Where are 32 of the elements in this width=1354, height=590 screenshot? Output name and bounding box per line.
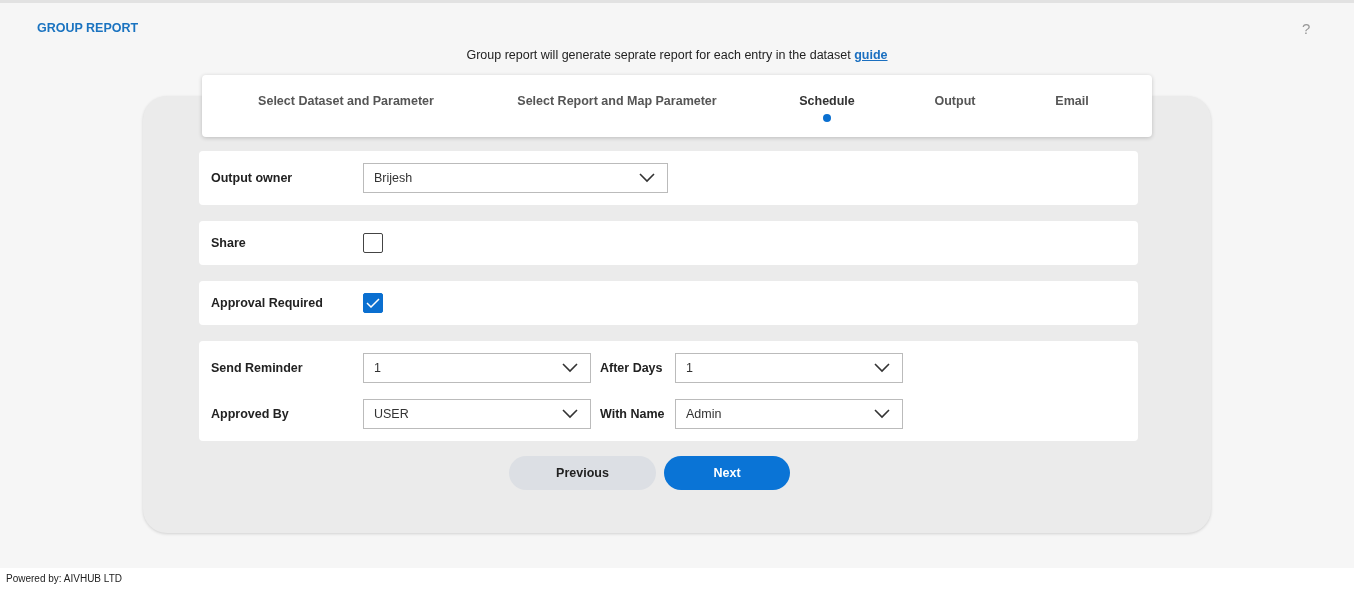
field-label: After Days: [599, 361, 664, 375]
field-label: Send Reminder: [211, 361, 304, 375]
checkbox[interactable]: [363, 233, 383, 253]
dropdown[interactable]: 1: [675, 353, 903, 383]
step-tab[interactable]: Output: [934, 94, 976, 108]
intro-text: Group report will generate seprate report for each entry in the dataset guide: [466, 48, 888, 62]
step-tab[interactable]: Select Report and Map Parameter: [517, 94, 717, 108]
checkbox[interactable]: [363, 293, 383, 313]
next-button[interactable]: Next: [664, 456, 790, 490]
previous-button[interactable]: Previous: [509, 456, 656, 490]
page-title: GROUP REPORT: [37, 21, 139, 35]
chevron-down-icon: [562, 409, 578, 419]
chevron-down-icon: [874, 409, 890, 419]
field-label: Share: [211, 236, 247, 250]
chevron-down-icon: [874, 363, 890, 373]
field-label: Approval Required: [211, 296, 324, 310]
step-tab[interactable]: Select Dataset and Parameter: [258, 94, 434, 108]
footer-text: Powered by: AIVHUB LTD: [6, 573, 122, 584]
step-tab[interactable]: Email: [1055, 94, 1089, 108]
field-label: With Name: [599, 407, 666, 421]
field-label: Output owner: [211, 171, 294, 185]
step-tab[interactable]: Schedule: [799, 94, 855, 108]
field-label: Approved By: [211, 407, 290, 421]
chevron-down-icon: [639, 173, 655, 183]
checkmark-icon: [366, 298, 380, 308]
dropdown[interactable]: Admin: [675, 399, 903, 429]
chevron-down-icon: [562, 363, 578, 373]
dropdown[interactable]: Brijesh: [363, 163, 668, 193]
dropdown[interactable]: USER: [363, 399, 591, 429]
guide-link[interactable]: guide: [854, 48, 888, 62]
active-step-dot: [823, 114, 831, 122]
dropdown[interactable]: 1: [363, 353, 591, 383]
